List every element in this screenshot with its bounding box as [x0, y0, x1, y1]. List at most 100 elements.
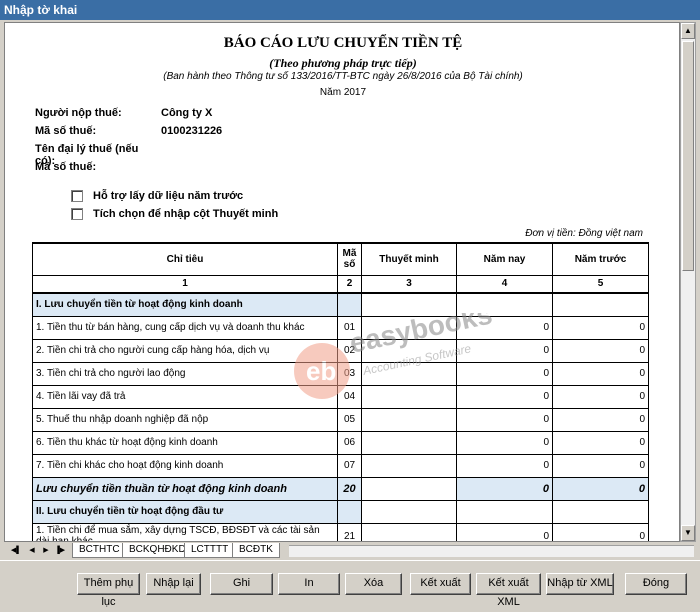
row-label: 1. Tiền thu từ bán hàng, cung cấp dịch v…	[32, 315, 338, 340]
taxcode-label: Mã số thuế:	[35, 125, 97, 137]
current-year-value[interactable]: 0	[456, 338, 553, 363]
last-sheet-icon[interactable]: ▐▶	[54, 544, 66, 557]
tab-bcdtk[interactable]: BCĐTK	[232, 543, 280, 558]
export-xml-button[interactable]: Kết xuất XML	[476, 573, 541, 608]
reset-button[interactable]: Nhập lại	[146, 573, 201, 595]
row-label: 3. Tiền chi trả cho người lao động	[32, 361, 338, 386]
row-code: 03	[337, 361, 362, 386]
report-subtitle: (Theo phương pháp trực tiếp)	[269, 56, 417, 70]
row-code: 05	[337, 407, 362, 432]
button-bar: Thêm phụ lục Nhập lại Ghi In Xóa Kết xuấ…	[0, 560, 700, 608]
first-sheet-icon[interactable]: ◀▌	[10, 544, 22, 557]
close-button[interactable]: Đóng	[625, 573, 687, 595]
note-cell[interactable]	[361, 476, 457, 501]
export-button[interactable]: Kết xuất	[410, 573, 471, 595]
row-label: 5. Thuế thu nhập doanh nghiệp đã nộp	[32, 407, 338, 432]
current-year-value[interactable]: 0	[456, 384, 553, 409]
save-button[interactable]: Ghi	[210, 573, 273, 595]
current-year-value[interactable]: 0	[456, 453, 553, 478]
scroll-up-icon[interactable]: ▲	[681, 23, 695, 39]
note-cell[interactable]	[361, 315, 457, 340]
row-label: I. Lưu chuyển tiền từ hoạt động kinh doa…	[32, 292, 338, 317]
currency-unit: Đơn vị tiền: Đồng việt nam	[525, 228, 643, 239]
prev-year-checkbox[interactable]	[71, 190, 83, 203]
tab-bckqhdkd[interactable]: BCKQHĐKD	[122, 543, 193, 558]
previous-year-value[interactable]: 0	[552, 315, 649, 340]
row-code: 02	[337, 338, 362, 363]
table-row: 4. Tiền lãi vay đã trả 04 0 0	[32, 384, 649, 409]
row-label: II. Lưu chuyển tiền từ hoạt động đầu tư	[32, 499, 338, 524]
current-year-value[interactable]: 0	[456, 522, 553, 541]
table-row: 1. Tiền thu từ bán hàng, cung cấp dịch v…	[32, 315, 649, 340]
column-number: 2	[337, 274, 362, 294]
taxpayer-row: Người nộp thuế: Công ty X	[35, 107, 212, 119]
note-column-option[interactable]: Tích chọn để nhập cột Thuyết minh	[71, 208, 279, 221]
current-year-value[interactable]: 0	[456, 407, 553, 432]
header-cell: Mã số	[337, 242, 362, 276]
previous-year-value[interactable]: 0	[552, 361, 649, 386]
note-cell[interactable]	[361, 338, 457, 363]
note-cell[interactable]	[361, 361, 457, 386]
previous-year-value[interactable]: 0	[552, 522, 649, 541]
previous-year-value[interactable]: 0	[552, 430, 649, 455]
previous-year-value[interactable]: 0	[552, 384, 649, 409]
scroll-down-icon[interactable]: ▼	[681, 525, 695, 541]
current-year-value	[456, 292, 553, 317]
note-cell	[361, 499, 457, 524]
table-row: 1. Tiền chi để mua sắm, xây dựng TSCĐ, B…	[32, 522, 649, 541]
note-cell	[361, 292, 457, 317]
row-label: 7. Tiền chi khác cho hoạt động kinh doan…	[32, 453, 338, 478]
note-cell[interactable]	[361, 407, 457, 432]
previous-year-value[interactable]: 0	[552, 453, 649, 478]
row-code: 01	[337, 315, 362, 340]
add-appendix-button[interactable]: Thêm phụ lục	[77, 573, 140, 608]
import-xml-button[interactable]: Nhập từ XML	[546, 573, 614, 595]
table-row: 3. Tiền chi trả cho người lao động 03 0 0	[32, 361, 649, 386]
section-row: I. Lưu chuyển tiền từ hoạt động kinh doa…	[32, 292, 649, 317]
table-row: 2. Tiền chi trả cho người cung cấp hàng …	[32, 338, 649, 363]
table-row: 7. Tiền chi khác cho hoạt động kinh doan…	[32, 453, 649, 478]
report-sheet: BÁO CÁO LƯU CHUYỂN TIỀN TỆ (Theo phương …	[4, 22, 680, 542]
tab-lctttt[interactable]: LCTTTT	[184, 543, 236, 558]
row-code: 04	[337, 384, 362, 409]
note-column-checkbox[interactable]	[71, 208, 83, 221]
previous-year-value[interactable]: 0	[552, 338, 649, 363]
current-year-value	[456, 499, 553, 524]
report-year: Năm 2017	[319, 87, 367, 98]
note-cell[interactable]	[361, 430, 457, 455]
sheet-tab-bar: ◀▌ ◀ ▶ ▐▶ BCTHTC BCKQHĐKD LCTTTT BCĐTK	[4, 543, 696, 559]
prev-year-option[interactable]: Hỗ trợ lấy dữ liệu năm trước	[71, 190, 243, 203]
current-year-value[interactable]: 0	[456, 315, 553, 340]
report-note: (Ban hành theo Thông tư số 133/2016/TT-B…	[163, 71, 523, 82]
column-number: 5	[552, 274, 649, 294]
prev-sheet-icon[interactable]: ◀	[26, 544, 38, 557]
delete-button[interactable]: Xóa	[345, 573, 402, 595]
note-cell[interactable]	[361, 384, 457, 409]
taxcode-value: 0100231226	[161, 125, 223, 137]
row-code: 07	[337, 453, 362, 478]
next-sheet-icon[interactable]: ▶	[40, 544, 52, 557]
row-label: 2. Tiền chi trả cho người cung cấp hàng …	[32, 338, 338, 363]
scroll-thumb[interactable]	[682, 41, 694, 271]
header-cell: Thuyết minh	[361, 242, 457, 276]
note-column-label: Tích chọn để nhập cột Thuyết minh	[93, 208, 279, 220]
current-year-value[interactable]: 0	[456, 361, 553, 386]
subtotal-row: Lưu chuyển tiền thuần từ hoạt động kinh …	[32, 476, 649, 501]
row-code	[337, 292, 362, 317]
previous-year-value[interactable]: 0	[552, 476, 649, 501]
taxpayer-value: Công ty X	[161, 107, 213, 119]
note-cell[interactable]	[361, 522, 457, 541]
current-year-value[interactable]: 0	[456, 476, 553, 501]
previous-year-value[interactable]: 0	[552, 407, 649, 432]
column-number: 4	[456, 274, 553, 294]
vertical-scrollbar[interactable]: ▲ ▼	[680, 22, 696, 542]
print-button[interactable]: In	[278, 573, 340, 595]
note-cell[interactable]	[361, 453, 457, 478]
report-title: BÁO CÁO LƯU CHUYỂN TIỀN TỆ	[223, 35, 463, 51]
horizontal-scrollbar[interactable]	[289, 545, 694, 557]
current-year-value[interactable]: 0	[456, 430, 553, 455]
previous-year-value	[552, 292, 649, 317]
row-code: 06	[337, 430, 362, 455]
tab-bcthtc[interactable]: BCTHTC	[72, 543, 127, 558]
row-code: 20	[337, 476, 362, 501]
